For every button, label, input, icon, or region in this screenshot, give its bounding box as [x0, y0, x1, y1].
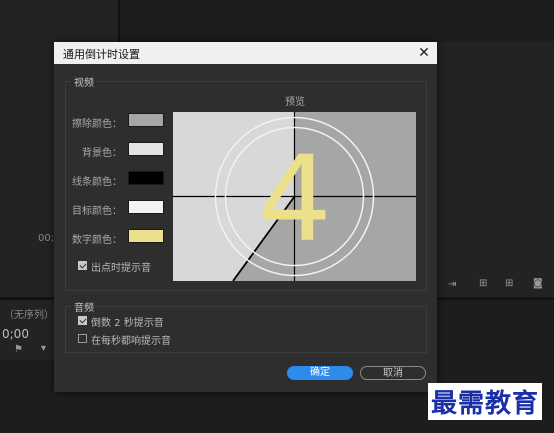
dialog-title: 通用倒计时设置 — [63, 48, 140, 61]
background-timecode-left: 0;00 — [2, 327, 29, 341]
background-right-panel — [437, 42, 554, 297]
countdown-cue-label: 倒数 2 秒提示音 — [91, 318, 164, 329]
every-second-cue-label: 在每秒都响提示音 — [91, 336, 171, 347]
countdown-cue-checkbox[interactable] — [78, 316, 87, 325]
target-color-label: 目标颜色： — [72, 206, 122, 217]
extract-icon[interactable]: ⊞ — [505, 278, 513, 289]
target-color-swatch[interactable] — [128, 200, 164, 214]
background-color-swatch[interactable] — [128, 142, 164, 156]
digit-color-label: 数字颜色： — [72, 235, 122, 246]
background-left-panel — [0, 42, 54, 297]
cue-at-out-label: 出点时提示音 — [91, 263, 151, 274]
wipe-color-label: 擦除颜色： — [72, 119, 122, 130]
background-sequence-label: （无序列） — [4, 310, 54, 321]
wrench-icon[interactable]: ▾ — [41, 343, 46, 354]
every-second-cue-checkbox[interactable] — [78, 334, 87, 343]
lift-icon[interactable]: ⊞ — [479, 278, 487, 289]
watermark-logo: 最需教育 — [428, 383, 543, 420]
video-group-label: 视频 — [71, 74, 97, 89]
cancel-button[interactable]: 取消 — [360, 366, 426, 380]
wipe-color-swatch[interactable] — [128, 113, 164, 127]
background-divider — [118, 0, 120, 42]
marker-icon[interactable]: ⚑ — [14, 344, 23, 355]
dialog-titlebar: 通用倒计时设置 ✕ — [54, 42, 437, 64]
preview-digit: 4 — [257, 130, 332, 268]
background-top-panel — [0, 0, 118, 42]
ok-button[interactable]: 确定 — [287, 366, 353, 380]
cue-at-out-checkbox[interactable] — [78, 261, 87, 270]
preview-label: 预览 — [285, 97, 305, 108]
line-color-swatch[interactable] — [128, 171, 164, 185]
digit-color-swatch[interactable] — [128, 229, 164, 243]
background-color-label: 背景色： — [82, 148, 122, 159]
line-color-label: 线条颜色： — [72, 177, 122, 188]
countdown-preview: 4 — [173, 112, 416, 281]
export-frame-icon[interactable]: ⇥ — [448, 279, 456, 290]
countdown-settings-dialog: 通用倒计时设置 ✕ 视频 擦除颜色： 背景色： 线条颜色： 目标颜色： 数字颜色… — [54, 42, 437, 392]
audio-group-label: 音频 — [71, 299, 97, 314]
close-icon[interactable]: ✕ — [415, 42, 433, 64]
camera-icon[interactable]: ◙ — [533, 278, 543, 289]
